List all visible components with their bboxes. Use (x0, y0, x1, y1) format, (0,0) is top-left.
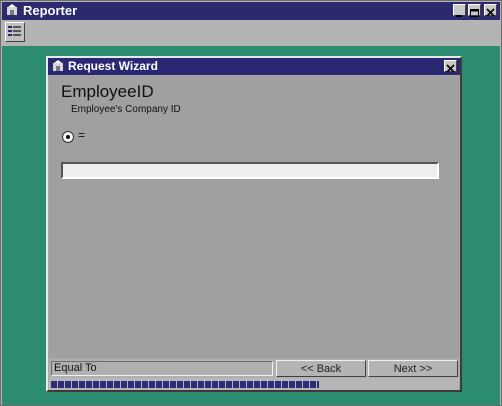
field-description: Employee's Company ID (71, 104, 181, 115)
report-list-button[interactable] (5, 22, 25, 42)
equals-radio[interactable] (62, 131, 74, 143)
app-title-bar: Reporter (2, 2, 500, 20)
status-bar: Equal To << Back Next >> (49, 359, 459, 378)
maximize-icon (470, 9, 479, 17)
request-wizard-dialog: Request Wizard EmployeeID Employee's Com… (46, 56, 462, 392)
app-icon (7, 4, 17, 15)
dialog-title: Request Wizard (68, 59, 158, 73)
wizard-content: EmployeeID Employee's Company ID = (49, 76, 459, 358)
dialog-close-button[interactable] (444, 60, 457, 73)
report-list-icon (8, 26, 21, 36)
field-name-heading: EmployeeID (61, 82, 154, 101)
close-icon (486, 8, 495, 17)
close-button[interactable] (484, 4, 497, 17)
progress-bar (49, 378, 459, 390)
progress-fill (51, 381, 319, 388)
dialog-title-bar: Request Wizard (48, 58, 460, 75)
app-title: Reporter (23, 3, 78, 18)
minimize-icon (456, 15, 462, 17)
back-button[interactable]: << Back (276, 360, 366, 377)
minimize-button[interactable] (453, 4, 466, 17)
status-text: Equal To (51, 361, 273, 376)
reporter-window: Reporter Request Wizard EmployeeID Emplo… (0, 0, 502, 406)
next-button[interactable]: Next >> (368, 360, 458, 377)
close-icon (446, 64, 455, 73)
maximize-button[interactable] (468, 4, 481, 17)
radio-selected-dot (66, 135, 70, 139)
toolbar (2, 20, 500, 46)
app-icon (53, 60, 63, 71)
equals-radio-label: = (78, 128, 86, 142)
value-input[interactable] (61, 162, 439, 179)
